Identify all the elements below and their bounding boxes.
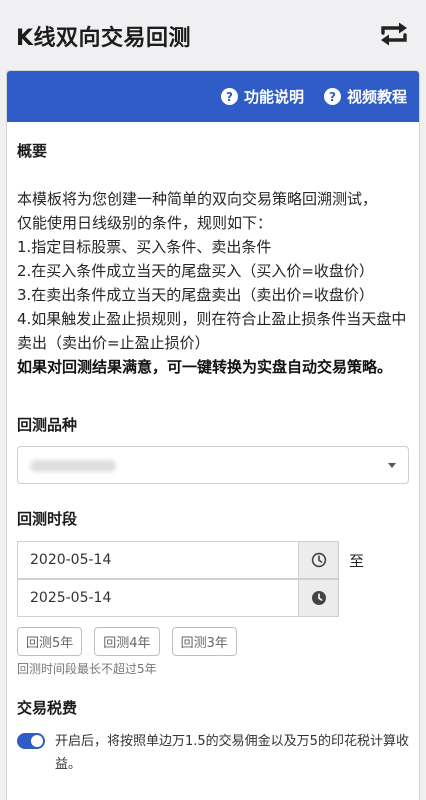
start-date-row: 2020-05-14 至: [17, 541, 409, 579]
end-date-picker-button[interactable]: [299, 579, 339, 617]
backtest-5y-button[interactable]: 回测5年: [17, 627, 83, 656]
desc-line: 4.如果触发止盈止损规则，则在符合止盈止损条件当天盘中卖出（卖出价=止盈止损价）: [17, 310, 407, 352]
desc-line: 仅能使用日线级别的条件，规则如下：: [17, 214, 273, 232]
blurred-selected-value: [30, 460, 116, 472]
video-tutorial-link[interactable]: ? 视频教程: [323, 86, 407, 107]
tax-setting-row: 开启后，将按照单边万1.5的交易佣金以及万5的印花税计算收益。: [17, 730, 409, 776]
tax-description: 开启后，将按照单边万1.5的交易佣金以及万5的印花税计算收益。: [55, 734, 409, 772]
overview-title: 概要: [17, 142, 48, 160]
help-link[interactable]: ? 功能说明: [220, 86, 304, 107]
clock-outline-icon: [311, 552, 326, 568]
variety-select[interactable]: [17, 446, 409, 484]
start-date-picker-button[interactable]: [299, 541, 339, 579]
top-bar: K线双向交易回测: [0, 0, 426, 70]
toggle-knob: [31, 735, 43, 747]
repeat-icon: [381, 22, 407, 46]
card-header: ? 功能说明 ? 视频教程: [7, 71, 419, 122]
period-title: 回测时段: [17, 510, 78, 528]
end-date-row: 2025-05-14: [17, 579, 409, 617]
tax-toggle[interactable]: [17, 733, 45, 749]
tax-title: 交易税费: [17, 699, 78, 717]
desc-conversion-note: 如果对回测结果满意，可一键转换为实盘自动交易策略。: [17, 358, 393, 376]
desc-line: 2.在买入条件成立当天的尾盘买入（买入价=收盘价）: [17, 262, 374, 280]
period-hint: 回测时间段最长不超过5年: [17, 662, 157, 676]
start-date-input[interactable]: 2020-05-14: [17, 541, 299, 579]
quick-range-buttons: 回测5年 回测4年 回测3年: [17, 627, 409, 656]
switch-button[interactable]: [376, 18, 412, 50]
desc-line: 1.指定目标股票、买入条件、卖出条件: [17, 238, 272, 256]
end-date-input[interactable]: 2025-05-14: [17, 579, 299, 617]
overview-description: 本模板将为您创建一种简单的双向交易策略回溯测试， 仅能使用日线级别的条件，规则如…: [17, 187, 409, 379]
question-icon: ?: [220, 88, 238, 105]
help-label: 功能说明: [243, 88, 304, 106]
page-title: K线双向交易回测: [16, 26, 192, 51]
clock-filled-icon: [311, 591, 326, 605]
video-label: 视频教程: [346, 88, 407, 106]
question-icon: ?: [323, 88, 341, 105]
chevron-down-icon: [388, 463, 396, 468]
backtest-card: ? 功能说明 ? 视频教程 概要 本模板将为您创建一种简单的双向交易策略回溯测试…: [6, 70, 420, 800]
backtest-3y-button[interactable]: 回测3年: [171, 627, 237, 656]
varieties-title: 回测品种: [17, 416, 78, 434]
desc-line: 3.在卖出条件成立当天的尾盘卖出（卖出价=收盘价）: [17, 286, 374, 304]
to-label: 至: [349, 551, 365, 570]
backtest-4y-button[interactable]: 回测4年: [94, 627, 160, 656]
desc-line: 本模板将为您创建一种简单的双向交易策略回溯测试，: [17, 190, 378, 208]
